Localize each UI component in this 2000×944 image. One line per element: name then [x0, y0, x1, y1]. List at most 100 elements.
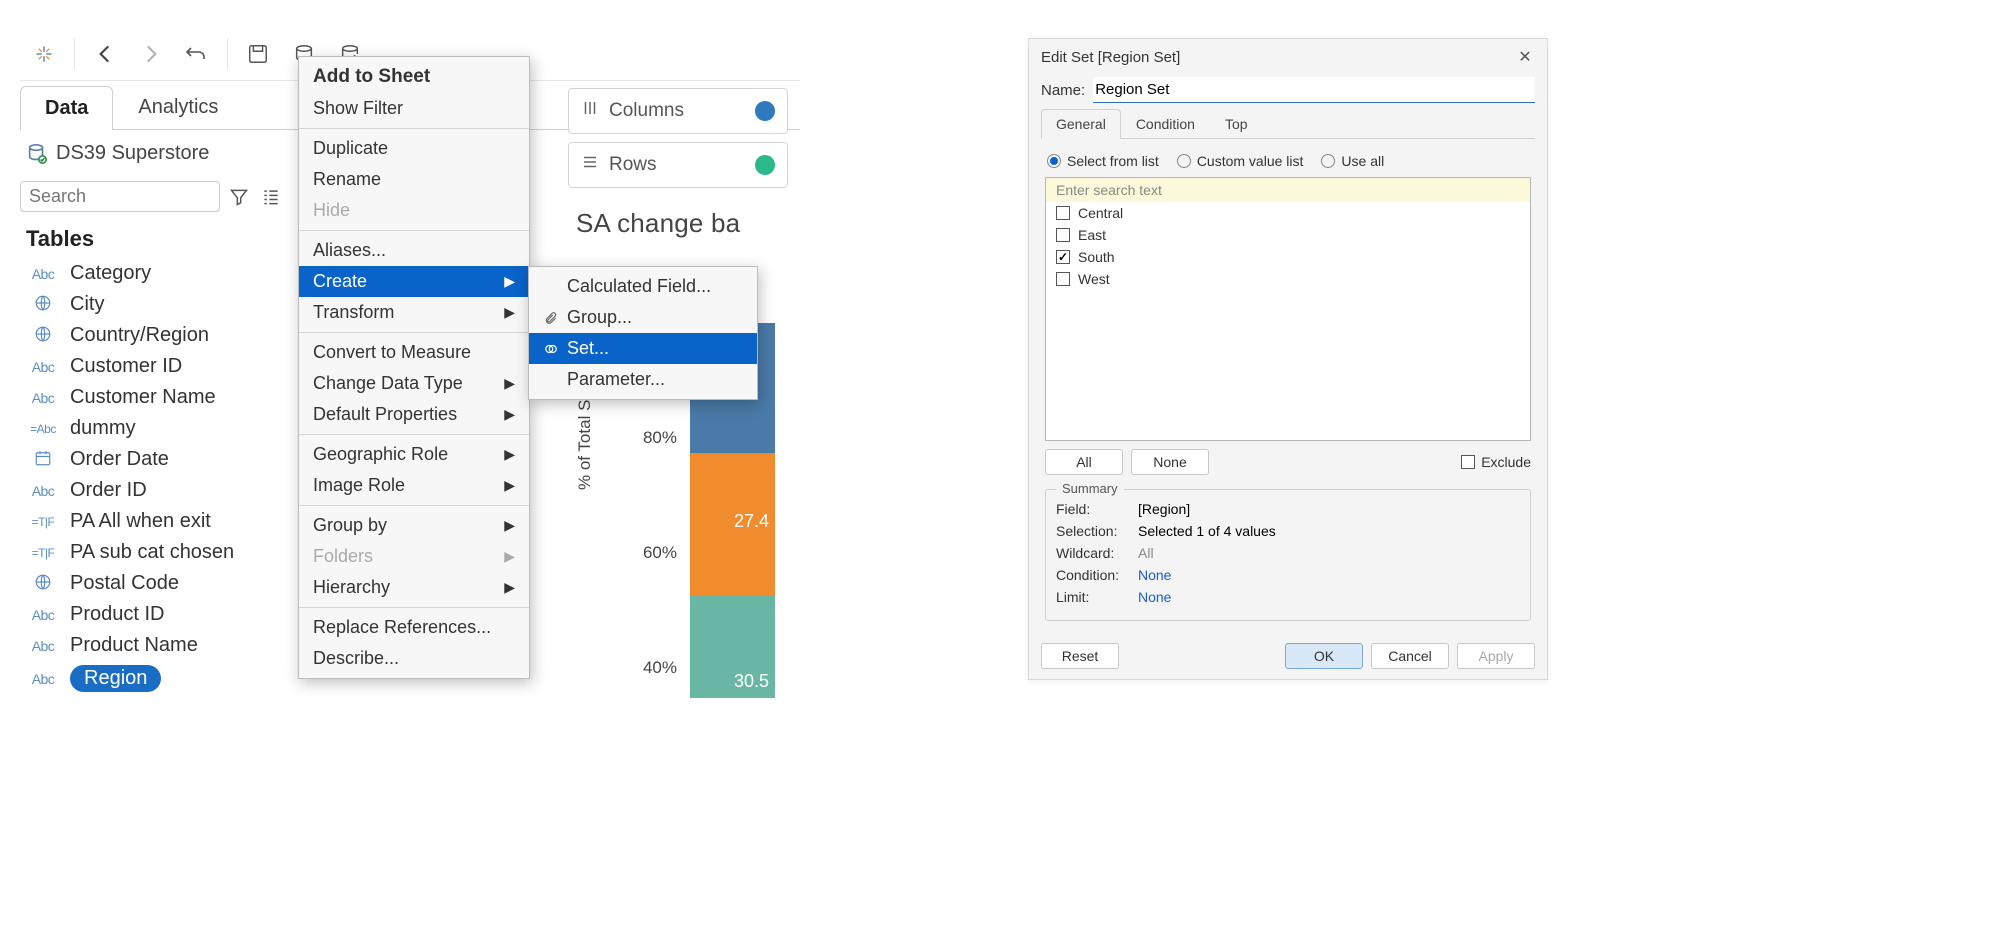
- menu-change-data-type[interactable]: Change Data Type▶: [299, 368, 529, 399]
- field-label: Postal Code: [70, 572, 179, 595]
- radio-use-all[interactable]: Use all: [1321, 153, 1384, 169]
- back-button[interactable]: [85, 34, 125, 74]
- field-label: dummy: [70, 417, 136, 440]
- chevron-right-icon: ▶: [504, 446, 515, 463]
- tab-data[interactable]: Data: [20, 86, 113, 130]
- sheet-title: SA change ba: [568, 198, 788, 263]
- menu-rename[interactable]: Rename: [299, 164, 529, 195]
- pill-dot-icon[interactable]: [755, 101, 775, 121]
- values-list: Enter search text Central East South Wes…: [1045, 177, 1531, 441]
- menu-duplicate[interactable]: Duplicate: [299, 133, 529, 164]
- menu-convert-to-measure[interactable]: Convert to Measure: [299, 337, 529, 368]
- summary-value-link[interactable]: None: [1138, 567, 1171, 583]
- pill-dot-icon[interactable]: [755, 155, 775, 175]
- submenu-set[interactable]: Set...: [529, 333, 757, 364]
- menu-separator: [299, 607, 529, 608]
- exclude-label: Exclude: [1481, 454, 1531, 470]
- view-list-icon[interactable]: [258, 184, 284, 210]
- cancel-button[interactable]: Cancel: [1371, 643, 1449, 669]
- axis-tick: 60%: [643, 543, 690, 563]
- name-row: Name:: [1041, 77, 1535, 103]
- menu-describe[interactable]: Describe...: [299, 643, 529, 674]
- menu-group-by[interactable]: Group by▶: [299, 510, 529, 541]
- menu-image-role[interactable]: Image Role▶: [299, 470, 529, 501]
- name-label: Name:: [1041, 82, 1085, 99]
- dialog-tabs: General Condition Top: [1041, 109, 1535, 139]
- tab-general[interactable]: General: [1041, 109, 1121, 139]
- option-south[interactable]: South: [1046, 246, 1530, 268]
- menu-aliases[interactable]: Aliases...: [299, 235, 529, 266]
- field-search[interactable]: [20, 181, 220, 212]
- set-icon: [543, 342, 559, 356]
- rows-shelf[interactable]: Rows: [568, 142, 788, 188]
- submenu-calculated-field[interactable]: Calculated Field...: [529, 271, 757, 302]
- paperclip-icon: [543, 311, 559, 325]
- menu-hierarchy[interactable]: Hierarchy▶: [299, 572, 529, 603]
- option-east[interactable]: East: [1046, 224, 1530, 246]
- reset-button[interactable]: Reset: [1041, 643, 1119, 669]
- chevron-right-icon: ▶: [504, 579, 515, 596]
- set-name-input[interactable]: [1093, 77, 1535, 103]
- select-buttons: All None Exclude: [1041, 441, 1535, 483]
- radio-icon: [1047, 154, 1061, 168]
- save-button[interactable]: [238, 34, 278, 74]
- menu-transform[interactable]: Transform▶: [299, 297, 529, 328]
- abc-icon: Abc: [26, 266, 60, 282]
- radio-select-from-list[interactable]: Select from list: [1047, 153, 1159, 169]
- summary-key: Condition:: [1056, 567, 1126, 583]
- bar-segment[interactable]: 27.4: [690, 453, 775, 596]
- option-label: West: [1078, 271, 1110, 287]
- forward-button[interactable]: [131, 34, 171, 74]
- summary-box: Summary Field:[Region] Selection:Selecte…: [1045, 489, 1531, 621]
- option-central[interactable]: Central: [1046, 202, 1530, 224]
- field-label: Region: [70, 665, 161, 692]
- submenu-parameter[interactable]: Parameter...: [529, 364, 757, 395]
- list-search[interactable]: Enter search text: [1046, 178, 1530, 202]
- radio-icon: [1321, 154, 1335, 168]
- summary-value: [Region]: [1138, 501, 1190, 517]
- radio-custom-value-list[interactable]: Custom value list: [1177, 153, 1304, 169]
- all-button[interactable]: All: [1045, 449, 1123, 475]
- summary-key: Wildcard:: [1056, 545, 1126, 561]
- tab-analytics[interactable]: Analytics: [113, 85, 243, 129]
- menu-label: Geographic Role: [313, 444, 448, 465]
- menu-hide[interactable]: Hide: [299, 195, 529, 226]
- none-button[interactable]: None: [1131, 449, 1209, 475]
- bar-segment[interactable]: 30.5: [690, 596, 775, 698]
- summary-key: Field:: [1056, 501, 1126, 517]
- summary-value-link[interactable]: None: [1138, 589, 1171, 605]
- option-label: East: [1078, 227, 1106, 243]
- chart-area: SA change ba: [568, 198, 788, 263]
- tab-condition[interactable]: Condition: [1121, 109, 1210, 139]
- globe-icon: [26, 573, 60, 594]
- menu-separator: [299, 505, 529, 506]
- menu-add-to-sheet[interactable]: Add to Sheet: [299, 61, 529, 93]
- apply-button[interactable]: Apply: [1457, 643, 1535, 669]
- menu-geographic-role[interactable]: Geographic Role ▶: [299, 439, 529, 470]
- submenu-group[interactable]: Group...: [529, 302, 757, 333]
- undo-redo-dropdown[interactable]: [177, 34, 217, 74]
- menu-folders[interactable]: Folders▶: [299, 541, 529, 572]
- summary-value: All: [1138, 545, 1154, 561]
- exclude-checkbox[interactable]: Exclude: [1461, 454, 1531, 470]
- menu-default-properties[interactable]: Default Properties▶: [299, 399, 529, 430]
- menu-label: Image Role: [313, 475, 405, 496]
- ok-button[interactable]: OK: [1285, 643, 1363, 669]
- menu-show-filter[interactable]: Show Filter: [299, 93, 529, 124]
- chevron-right-icon: ▶: [504, 273, 515, 290]
- close-button[interactable]: ✕: [1515, 47, 1535, 67]
- field-label: Customer ID: [70, 355, 182, 378]
- option-west[interactable]: West: [1046, 268, 1530, 290]
- filter-icon[interactable]: [226, 184, 252, 210]
- chevron-right-icon: ▶: [504, 304, 515, 321]
- columns-shelf[interactable]: Columns: [568, 88, 788, 134]
- calc-bool-icon: =T|F: [26, 546, 60, 560]
- calc-bool-icon: =T|F: [26, 515, 60, 529]
- tab-top[interactable]: Top: [1210, 109, 1263, 139]
- menu-replace-references[interactable]: Replace References...: [299, 612, 529, 643]
- menu-label: Group...: [567, 307, 632, 328]
- chevron-right-icon: ▶: [504, 517, 515, 534]
- field-label: PA All when exit: [70, 510, 211, 533]
- field-label: Product Name: [70, 634, 198, 657]
- menu-create[interactable]: Create▶: [299, 266, 529, 297]
